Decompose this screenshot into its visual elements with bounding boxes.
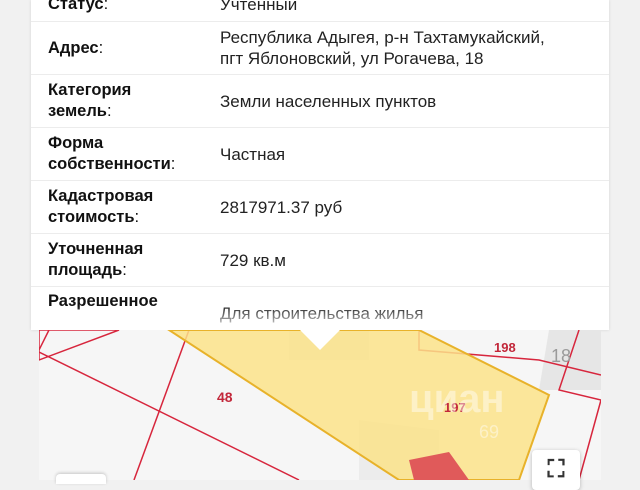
map-pointer-arrow bbox=[300, 330, 340, 350]
watermark-phone: 69 bbox=[479, 422, 499, 442]
row-cadastral-value: Кадастровая стоимость: 2817971.37 руб bbox=[31, 181, 609, 234]
label-permitted-use: Разрешенное bbox=[48, 292, 158, 310]
label-status: Статус: bbox=[31, 0, 213, 21]
watermark-logo: циан bbox=[409, 377, 505, 421]
label-ownership: Форма собственности: bbox=[48, 134, 176, 173]
label-cadastral-value: Кадастровая стоимость: bbox=[48, 187, 154, 226]
details-list: Статус: Учтенный Адрес: Республика Адыге… bbox=[31, 0, 609, 330]
map-control-button[interactable] bbox=[56, 474, 106, 484]
value-area: 729 кв.м bbox=[220, 250, 286, 270]
map-canvas[interactable]: 48 197 198 18 циан 69 bbox=[39, 330, 601, 480]
cadastral-map[interactable]: 48 197 198 18 циан 69 bbox=[39, 330, 601, 480]
row-status: Статус: Учтенный bbox=[31, 0, 609, 22]
row-permitted-use: Разрешенное Для строительства жилья bbox=[31, 287, 609, 330]
label-land-category: Категория земель: bbox=[48, 81, 132, 120]
row-address: Адрес: Республика Адыгея, р-н Тахтамукай… bbox=[31, 22, 609, 75]
value-permitted-use: Для строительства жилья bbox=[220, 304, 424, 323]
value-cadastral-value: 2817971.37 руб bbox=[220, 197, 343, 217]
row-ownership: Форма собственности: Частная bbox=[31, 128, 609, 181]
fullscreen-button[interactable]: ⛶ bbox=[532, 450, 580, 490]
row-land-category: Категория земель: Земли населенных пункто… bbox=[31, 75, 609, 128]
parcel-label-48: 48 bbox=[217, 389, 233, 405]
parcel-label-198: 198 bbox=[494, 340, 516, 355]
row-area: Уточненная площадь: 729 кв.м bbox=[31, 234, 609, 287]
parcel-label-18: 18 bbox=[551, 346, 571, 366]
value-address: Республика Адыгея, р-н Тахтамукайский, п… bbox=[220, 28, 545, 68]
value-land-category: Земли населенных пунктов bbox=[220, 91, 437, 111]
label-area: Уточненная площадь: bbox=[48, 240, 144, 279]
label-status-text: Статус bbox=[48, 0, 104, 13]
details-card: Статус: Учтенный Адрес: Республика Адыге… bbox=[31, 0, 609, 330]
value-ownership: Частная bbox=[220, 144, 286, 164]
label-address: Адрес: bbox=[48, 38, 104, 57]
value-status: Учтенный bbox=[220, 0, 298, 14]
